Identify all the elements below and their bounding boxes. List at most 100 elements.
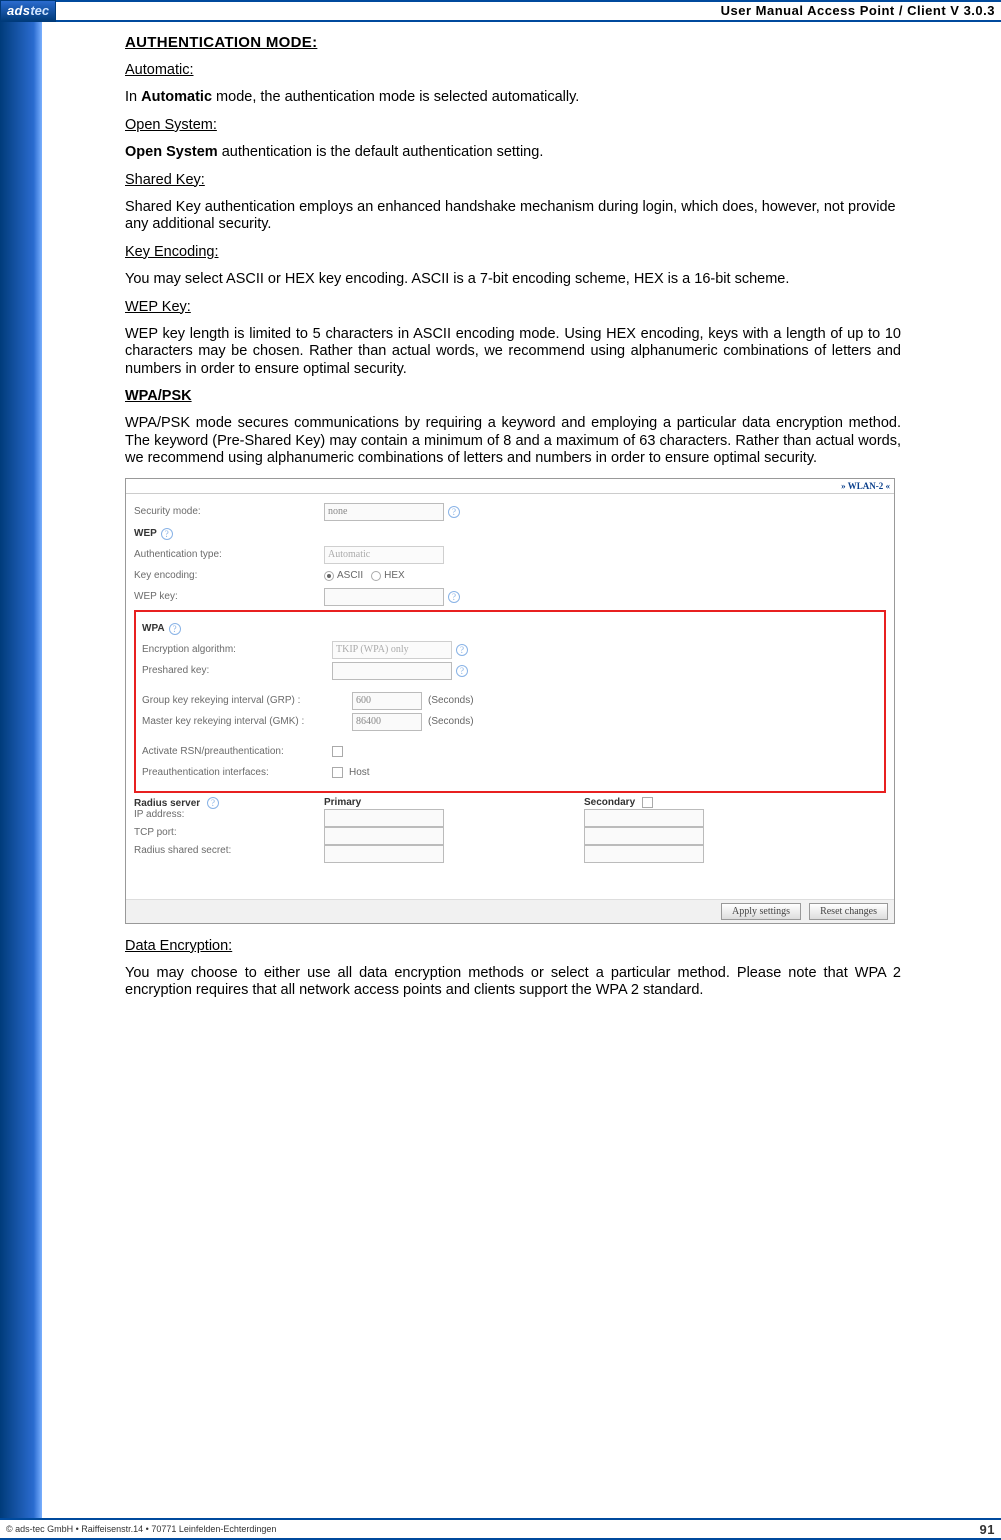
input-preshared[interactable] bbox=[332, 662, 452, 680]
p-automatic: In Automatic mode, the authentication mo… bbox=[125, 89, 901, 106]
apply-button[interactable]: Apply settings bbox=[721, 903, 801, 920]
page-number: 91 bbox=[980, 1522, 995, 1537]
section-wep: WEP ? bbox=[134, 525, 886, 543]
checkbox-secondary[interactable] bbox=[642, 797, 653, 808]
lbl-enc-alg: Encryption algorithm: bbox=[142, 644, 332, 655]
input-ip-primary[interactable] bbox=[324, 809, 444, 827]
lbl-host: Host bbox=[349, 767, 370, 778]
select-auth-type[interactable]: Automatic bbox=[324, 546, 444, 564]
p-open-system: Open System authentication is the defaul… bbox=[125, 144, 901, 161]
row-secret: Radius shared secret: bbox=[134, 845, 886, 863]
lbl-auth-type: Authentication type: bbox=[134, 549, 324, 560]
section-radius: Radius server ? bbox=[134, 797, 324, 809]
sub-automatic: Automatic: bbox=[125, 62, 901, 79]
txt: In bbox=[125, 89, 141, 105]
txt: mode, the authentication mode is selecte… bbox=[212, 89, 579, 105]
sub-open-system: Open System: bbox=[125, 117, 901, 134]
select-enc-alg[interactable]: TKIP (WPA) only bbox=[332, 641, 452, 659]
row-enc-alg: Encryption algorithm: TKIP (WPA) only ? bbox=[142, 641, 878, 659]
lbl-radius: Radius server bbox=[134, 798, 200, 809]
footer-bar: © ads-tec GmbH • Raiffeisenstr.14 • 7077… bbox=[0, 1518, 1001, 1540]
row-rsn: Activate RSN/preauthentication: bbox=[142, 743, 878, 761]
document-title: User Manual Access Point / Client V 3.0.… bbox=[721, 2, 995, 20]
lbl-ip: IP address: bbox=[134, 809, 324, 827]
brand-logo: adstec bbox=[0, 0, 56, 22]
sub-shared-key: Shared Key: bbox=[125, 172, 901, 189]
lbl-wep-key: WEP key: bbox=[134, 591, 324, 602]
checkbox-rsn[interactable] bbox=[332, 746, 343, 757]
section-wpa: WPA ? bbox=[142, 620, 878, 638]
wlan-config-screenshot: » WLAN-2 « Security mode: none ? WEP ? A… bbox=[125, 478, 895, 924]
radio-hex[interactable]: HEX bbox=[371, 570, 405, 581]
lbl-secret: Radius shared secret: bbox=[134, 845, 324, 863]
sub-data-encryption: Data Encryption: bbox=[125, 938, 901, 955]
select-security-mode[interactable]: none bbox=[324, 503, 444, 521]
col-secondary: Secondary bbox=[584, 797, 844, 809]
row-grp: Group key rekeying interval (GRP) : (Sec… bbox=[142, 692, 878, 710]
sub-key-encoding: Key Encoding: bbox=[125, 244, 901, 261]
help-icon[interactable]: ? bbox=[169, 623, 181, 635]
lbl-seconds: (Seconds) bbox=[428, 716, 474, 727]
row-tcp: TCP port: bbox=[134, 827, 886, 845]
row-wep-key: WEP key: ? bbox=[134, 588, 886, 606]
input-gmk[interactable] bbox=[352, 713, 422, 731]
help-icon[interactable]: ? bbox=[161, 528, 173, 540]
p-data-encryption: You may choose to either use all data en… bbox=[125, 965, 901, 1000]
lbl-seconds: (Seconds) bbox=[428, 695, 474, 706]
lbl-secondary: Secondary bbox=[584, 797, 635, 808]
radio-ascii[interactable]: ASCII bbox=[324, 570, 363, 581]
lbl-gmk: Master key rekeying interval (GMK) : bbox=[142, 716, 352, 727]
lbl-rsn: Activate RSN/preauthentication: bbox=[142, 746, 332, 757]
p-wpapsk: WPA/PSK mode secures communications by r… bbox=[125, 415, 901, 467]
lbl-key-encoding: Key encoding: bbox=[134, 570, 324, 581]
txt-bold: Automatic bbox=[141, 89, 212, 105]
row-key-encoding: Key encoding: ASCII HEX bbox=[134, 567, 886, 585]
header-rail: User Manual Access Point / Client V 3.0.… bbox=[56, 0, 1001, 22]
shot-breadcrumb: » WLAN-2 « bbox=[126, 479, 894, 494]
lbl-grp: Group key rekeying interval (GRP) : bbox=[142, 695, 352, 706]
shot-pane: Security mode: none ? WEP ? Authenticati… bbox=[126, 494, 894, 899]
help-icon[interactable]: ? bbox=[456, 665, 468, 677]
row-preauth-if: Preauthentication interfaces: Host bbox=[142, 764, 878, 782]
wpa-highlight-box: WPA ? Encryption algorithm: TKIP (WPA) o… bbox=[134, 610, 886, 793]
top-bar: adstec User Manual Access Point / Client… bbox=[0, 0, 1001, 22]
p-wep-key: WEP key length is limited to 5 character… bbox=[125, 326, 901, 378]
radio-dot-icon bbox=[324, 571, 334, 581]
manual-page: adstec User Manual Access Point / Client… bbox=[0, 0, 1001, 1540]
txt-bold: Open System bbox=[125, 144, 218, 160]
checkbox-host[interactable] bbox=[332, 767, 343, 778]
input-tcp-primary[interactable] bbox=[324, 827, 444, 845]
left-rail bbox=[0, 22, 42, 1518]
txt: authentication is the default authentica… bbox=[218, 144, 544, 160]
radio-dot-icon bbox=[371, 571, 381, 581]
p-shared-key: Shared Key authentication employs an enh… bbox=[125, 199, 901, 234]
footer-copyright: © ads-tec GmbH • Raiffeisenstr.14 • 7077… bbox=[6, 1524, 276, 1534]
row-gmk: Master key rekeying interval (GMK) : (Se… bbox=[142, 713, 878, 731]
input-grp[interactable] bbox=[352, 692, 422, 710]
lbl-preauth-if: Preauthentication interfaces: bbox=[142, 767, 332, 778]
help-icon[interactable]: ? bbox=[448, 591, 460, 603]
heading-wpapsk: WPA/PSK bbox=[125, 388, 901, 405]
logo-text-tec: tec bbox=[30, 0, 49, 22]
input-wep-key[interactable] bbox=[324, 588, 444, 606]
lbl-wep: WEP bbox=[134, 528, 157, 539]
input-ip-secondary[interactable] bbox=[584, 809, 704, 827]
input-secret-secondary[interactable] bbox=[584, 845, 704, 863]
logo-text-ads: ads bbox=[7, 0, 30, 22]
lbl-security-mode: Security mode: bbox=[134, 506, 324, 517]
radius-header: Radius server ? Primary Secondary bbox=[134, 797, 886, 809]
row-auth-type: Authentication type: Automatic bbox=[134, 546, 886, 564]
help-icon[interactable]: ? bbox=[207, 797, 219, 809]
input-tcp-secondary[interactable] bbox=[584, 827, 704, 845]
heading-auth-mode: AUTHENTICATION MODE: bbox=[125, 34, 901, 52]
help-icon[interactable]: ? bbox=[448, 506, 460, 518]
sub-wep-key: WEP Key: bbox=[125, 299, 901, 316]
lbl-tcp: TCP port: bbox=[134, 827, 324, 845]
row-security-mode: Security mode: none ? bbox=[134, 503, 886, 521]
col-primary: Primary bbox=[324, 797, 584, 809]
input-secret-primary[interactable] bbox=[324, 845, 444, 863]
reset-button[interactable]: Reset changes bbox=[809, 903, 888, 920]
row-preshared: Preshared key: ? bbox=[142, 662, 878, 680]
p-key-encoding: You may select ASCII or HEX key encoding… bbox=[125, 271, 901, 288]
help-icon[interactable]: ? bbox=[456, 644, 468, 656]
